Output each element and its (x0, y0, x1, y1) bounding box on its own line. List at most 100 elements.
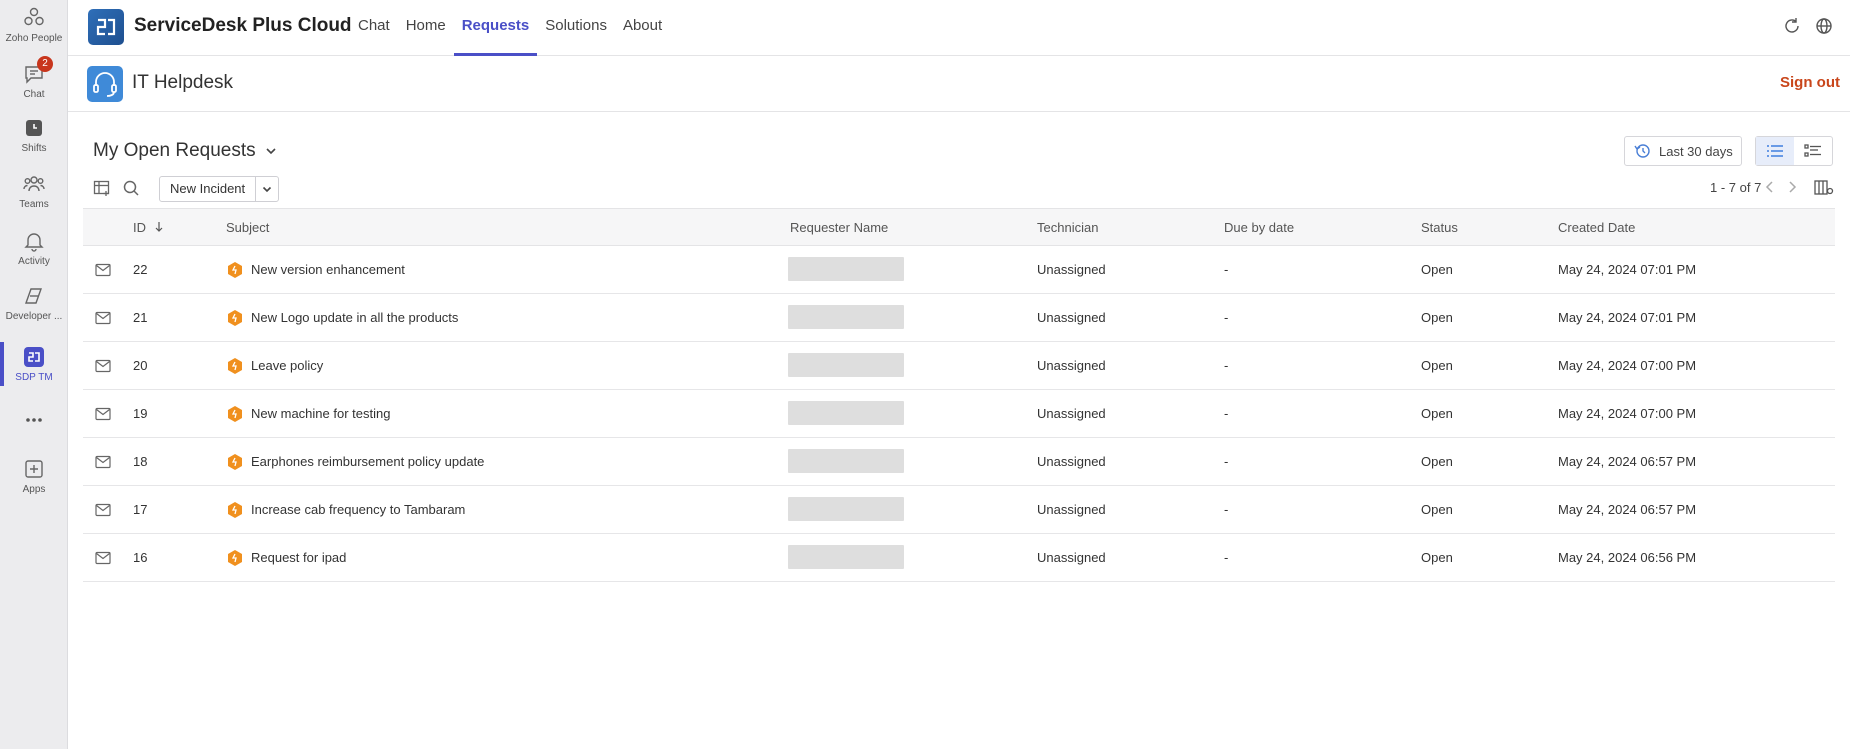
list-view-icon (1767, 145, 1783, 157)
column-id-label: ID (133, 220, 146, 235)
app-rail: Zoho People 2 Chat Shifts Teams Activity… (0, 0, 68, 749)
view-title: My Open Requests (93, 140, 256, 161)
table-row[interactable]: 22 New version enhancement Unassigned - … (83, 246, 1835, 294)
table-row[interactable]: 17 Increase cab frequency to Tambaram Un… (83, 486, 1835, 534)
tab-about[interactable]: About (615, 0, 670, 56)
request-subject-link[interactable]: New Logo update in all the products (251, 294, 458, 342)
request-subject-link[interactable]: New version enhancement (251, 246, 405, 294)
priority-hexagon-icon (226, 261, 244, 279)
rail-item-activity[interactable]: Activity (0, 229, 68, 267)
rail-label: Shifts (21, 143, 47, 154)
table-row[interactable]: 20 Leave policy Unassigned - Open May 24… (83, 342, 1835, 390)
column-id[interactable]: ID (133, 209, 164, 246)
history-icon (1634, 144, 1650, 158)
mail-icon (95, 455, 111, 472)
request-due-date: - (1224, 262, 1229, 277)
priority-hexagon-icon (226, 453, 244, 471)
portal-header: IT Helpdesk Sign out (68, 56, 1850, 112)
request-id: 20 (133, 358, 148, 373)
request-id: 17 (133, 502, 148, 517)
request-subject-link[interactable]: Increase cab frequency to Tambaram (251, 486, 465, 534)
headset-icon (93, 72, 117, 97)
tab-chat[interactable]: Chat (350, 0, 398, 56)
tab-solutions[interactable]: Solutions (537, 0, 615, 56)
shifts-icon (26, 120, 42, 136)
priority-hexagon-icon (226, 549, 244, 567)
request-created-date: May 24, 2024 06:57 PM (1558, 502, 1697, 517)
request-status: Open (1421, 262, 1453, 277)
column-due-date[interactable]: Due by date (1224, 209, 1294, 246)
rail-item-developer[interactable]: Developer ... (0, 284, 68, 322)
request-technician: Unassigned (1037, 454, 1106, 469)
request-id: 22 (133, 262, 148, 277)
table-config-icon[interactable] (93, 179, 111, 197)
mail-icon (95, 551, 111, 568)
globe-icon[interactable] (1814, 16, 1834, 36)
rail-label: Chat (23, 89, 45, 100)
request-created-date: May 24, 2024 06:57 PM (1558, 454, 1697, 469)
rail-item-shifts[interactable]: Shifts (0, 116, 68, 154)
request-created-date: May 24, 2024 07:00 PM (1558, 358, 1697, 373)
card-view-button[interactable] (1794, 137, 1832, 165)
view-selector[interactable]: My Open Requests (93, 140, 278, 162)
app-title: ServiceDesk Plus Cloud (134, 15, 352, 36)
column-status[interactable]: Status (1421, 209, 1458, 246)
column-technician[interactable]: Technician (1037, 209, 1098, 246)
column-created-date[interactable]: Created Date (1558, 209, 1635, 246)
rail-item-sdp-tm[interactable]: SDP TM (0, 345, 68, 383)
request-created-date: May 24, 2024 06:56 PM (1558, 550, 1697, 565)
request-created-date: May 24, 2024 07:00 PM (1558, 406, 1697, 421)
tab-requests[interactable]: Requests (453, 0, 538, 56)
list-view-button[interactable] (1756, 137, 1794, 165)
top-actions (1782, 16, 1834, 36)
sign-out-link[interactable]: Sign out (1780, 74, 1840, 91)
table-row[interactable]: 21 New Logo update in all the products U… (83, 294, 1835, 342)
search-icon[interactable] (122, 179, 140, 197)
column-subject[interactable]: Subject (226, 209, 269, 246)
next-page-icon[interactable] (1785, 180, 1799, 199)
new-incident-button[interactable]: New Incident (160, 177, 257, 201)
rail-label: Zoho People (5, 33, 63, 44)
main-nav: Chat Home Requests Solutions About (350, 0, 670, 56)
redacted-requester-name (788, 545, 904, 569)
rail-item-more[interactable] (0, 408, 68, 432)
mail-icon (95, 503, 111, 520)
priority-hexagon-icon (226, 405, 244, 423)
request-status: Open (1421, 454, 1453, 469)
request-status: Open (1421, 406, 1453, 421)
prev-page-icon[interactable] (1763, 180, 1777, 199)
table-row[interactable]: 19 New machine for testing Unassigned - … (83, 390, 1835, 438)
rail-item-zoho-people[interactable]: Zoho People (0, 6, 68, 44)
rail-item-teams[interactable]: Teams (0, 172, 68, 210)
mail-icon (95, 407, 111, 424)
request-status: Open (1421, 550, 1453, 565)
column-settings-icon[interactable] (1814, 179, 1834, 202)
table-row[interactable]: 18 Earphones reimbursement policy update… (83, 438, 1835, 486)
request-subject-link[interactable]: Request for ipad (251, 534, 346, 582)
more-icon (26, 418, 42, 422)
table-header: ID Subject Requester Name Technician Due… (83, 208, 1835, 246)
request-subject-link[interactable]: Leave policy (251, 342, 323, 390)
tab-home[interactable]: Home (398, 0, 454, 56)
request-subject-link[interactable]: Earphones reimbursement policy update (251, 438, 484, 486)
redacted-requester-name (788, 353, 904, 377)
chevron-down-icon (266, 148, 276, 155)
rail-item-chat[interactable]: 2 Chat (0, 56, 68, 100)
request-technician: Unassigned (1037, 550, 1106, 565)
request-due-date: - (1224, 550, 1229, 565)
date-range-button[interactable]: Last 30 days (1624, 136, 1742, 166)
view-toggle (1755, 136, 1833, 166)
refresh-icon[interactable] (1782, 16, 1802, 36)
rail-item-apps[interactable]: Apps (0, 457, 68, 495)
sdp-icon (24, 347, 44, 367)
request-due-date: - (1224, 454, 1229, 469)
bell-icon (24, 233, 44, 252)
column-requester[interactable]: Requester Name (790, 209, 888, 246)
new-incident-dropdown[interactable] (256, 177, 278, 201)
mail-icon (95, 263, 111, 280)
rail-label: Apps (22, 484, 46, 495)
request-subject-link[interactable]: New machine for testing (251, 390, 390, 438)
servicedesk-logo-icon (96, 18, 116, 36)
table-row[interactable]: 16 Request for ipad Unassigned - Open Ma… (83, 534, 1835, 582)
pagination-arrows (1763, 180, 1799, 199)
